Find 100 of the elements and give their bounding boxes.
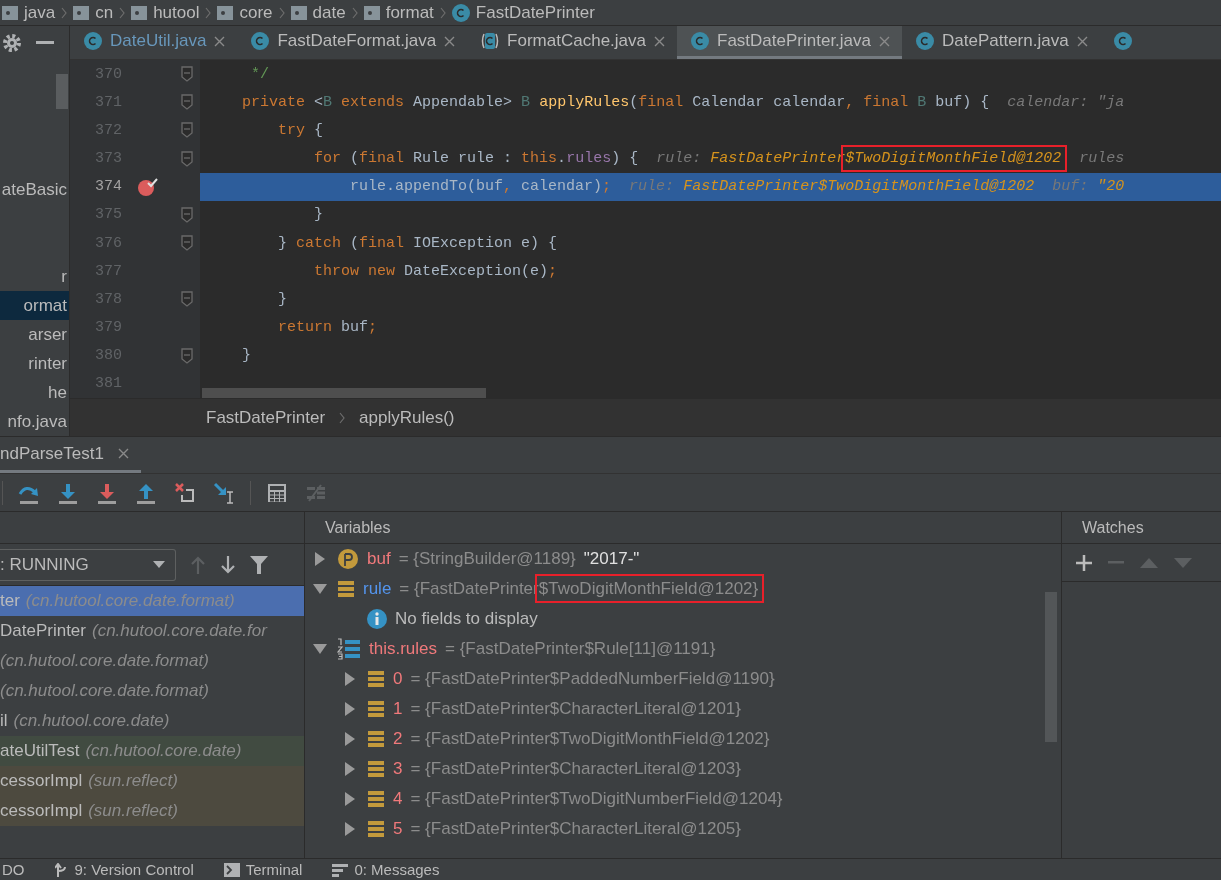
editor-tab[interactable]: DateUtil.java — [70, 26, 238, 59]
class-icon — [916, 32, 934, 50]
variable-value: = {FastDatePrinter$TwoDigitMonthField@1202} — [410, 729, 770, 749]
horizontal-scrollbar[interactable] — [202, 388, 486, 398]
move-up-icon[interactable] — [1140, 557, 1158, 568]
close-icon[interactable] — [654, 35, 665, 47]
field-icon — [367, 670, 385, 688]
collapse-triangle-icon[interactable] — [313, 644, 327, 654]
path-segment[interactable]: date — [312, 2, 346, 23]
package-icon — [217, 5, 234, 20]
variable-name: 4 — [393, 789, 403, 809]
inline-debug-value: calendar: "ja — [1007, 93, 1125, 111]
editor-tab[interactable]: FastDatePrinter.java — [677, 26, 902, 59]
variable-name: 2 — [393, 729, 403, 749]
filter-icon[interactable] — [250, 555, 268, 574]
close-icon[interactable] — [879, 35, 890, 47]
editor-tab[interactable]: DatePattern.java — [902, 26, 1100, 59]
expand-triangle-icon[interactable] — [345, 762, 355, 776]
expand-triangle-icon[interactable] — [345, 672, 355, 686]
stack-frame[interactable]: il (cn.hutool.core.date) — [0, 706, 304, 736]
stack-frame[interactable]: DatePrinter (cn.hutool.core.date.for — [0, 616, 304, 646]
fold-marker-icon[interactable] — [181, 235, 193, 252]
fold-marker-icon[interactable] — [181, 66, 193, 83]
expand-triangle-icon[interactable] — [345, 792, 355, 806]
stack-frame[interactable]: (cn.hutool.core.date.format) — [0, 646, 304, 676]
stack-frame[interactable]: cessorImpl (sun.reflect) — [0, 766, 304, 796]
path-segment[interactable]: FastDatePrinter — [475, 2, 595, 23]
tool-window-button[interactable]: Terminal — [223, 861, 303, 878]
breadcrumb-item[interactable]: applyRules() — [359, 407, 455, 428]
project-tree-item[interactable]: nfo.java — [0, 407, 69, 436]
code-line: try { — [277, 121, 324, 139]
path-segment[interactable]: core — [239, 2, 273, 23]
expand-triangle-icon[interactable] — [345, 822, 355, 836]
down-arrow-icon[interactable] — [220, 555, 236, 574]
remove-icon[interactable] — [1108, 560, 1124, 565]
fold-marker-icon[interactable] — [181, 150, 193, 167]
expand-triangle-icon[interactable] — [315, 552, 325, 566]
variable-value: = {FastDatePrinter$CharacterLiteral@1201} — [410, 699, 741, 719]
tool-window-button[interactable]: 0: Messages — [332, 861, 440, 878]
path-segment[interactable]: java — [24, 2, 56, 23]
package-icon — [290, 5, 307, 20]
variable-value: = {FastDatePrinter$PaddedNumberField@1190} — [410, 669, 775, 689]
close-icon[interactable] — [214, 35, 226, 47]
variable-name: 3 — [393, 759, 403, 779]
inline-debug-value: rule: FastDatePrinter$TwoDigitMonthField@1202 — [629, 178, 1035, 196]
variable-value: = {FastDatePrinter$CharacterLiteral@1203} — [410, 759, 741, 779]
chevron-icon — [339, 411, 346, 424]
path-segment[interactable]: cn — [95, 2, 114, 23]
scrollbar-thumb[interactable] — [56, 73, 68, 109]
settings-icon[interactable] — [2, 32, 22, 53]
class-icon — [691, 32, 709, 50]
minimize-icon[interactable] — [36, 40, 54, 45]
fold-marker-icon[interactable] — [181, 94, 193, 111]
close-icon[interactable] — [117, 448, 129, 459]
project-tree-item[interactable]: he — [0, 378, 69, 407]
move-down-icon[interactable] — [1174, 557, 1192, 568]
panel-title: Watches — [1062, 512, 1221, 544]
project-tree-item[interactable]: r — [0, 262, 69, 291]
code-line: } catch (final IOException e) { — [277, 234, 558, 252]
code-line: } — [241, 347, 251, 365]
project-tree-item[interactable]: arser — [0, 320, 69, 349]
stack-frame[interactable]: cessorImpl (sun.reflect) — [0, 796, 304, 826]
project-tree-item[interactable]: ateBasic — [0, 175, 69, 204]
field-icon — [337, 580, 355, 598]
stack-frame[interactable]: (cn.hutool.core.date.format) — [0, 676, 304, 706]
project-tree-item[interactable]: rinter — [0, 349, 69, 378]
class-icon — [1113, 32, 1132, 50]
editor-tab[interactable]: FastDateFormat.java — [237, 26, 468, 59]
array-icon — [337, 638, 361, 660]
stack-frame[interactable]: ateUtilTest (cn.hutool.core.date) — [0, 736, 304, 766]
variable-name: rule — [363, 579, 392, 599]
path-segment[interactable]: hutool — [153, 2, 200, 23]
code-line: } — [313, 206, 324, 224]
debug-session-tab[interactable]: ndParseTest1 — [0, 437, 141, 473]
up-arrow-icon[interactable] — [190, 555, 206, 574]
tool-window-button[interactable]: 9: Version Control — [54, 861, 194, 878]
fold-marker-icon[interactable] — [181, 347, 193, 364]
breakpoint-icon[interactable] — [138, 177, 158, 196]
collapse-triangle-icon[interactable] — [313, 584, 327, 594]
panel-title: Variables — [305, 512, 1061, 544]
string-value: "2017-" — [583, 549, 640, 569]
breadcrumb-item[interactable]: FastDatePrinter — [206, 407, 326, 428]
class-icon — [251, 32, 270, 50]
fold-marker-icon[interactable] — [181, 122, 193, 139]
thread-dropdown[interactable]: : RUNNING — [0, 548, 176, 581]
editor-tab[interactable]: FormatCache.java — [467, 26, 677, 59]
close-icon[interactable] — [1076, 35, 1088, 47]
fold-marker-icon[interactable] — [181, 291, 193, 308]
path-segment[interactable]: format — [385, 2, 434, 23]
class-icon — [481, 32, 500, 50]
add-icon[interactable] — [1076, 554, 1092, 571]
close-icon[interactable] — [444, 35, 456, 47]
fold-marker-icon[interactable] — [181, 206, 193, 223]
tool-window-button[interactable]: DO — [2, 861, 25, 878]
field-icon — [367, 700, 385, 718]
expand-triangle-icon[interactable] — [345, 732, 355, 746]
line-number: 374 — [94, 178, 122, 196]
code-line: rule.appendTo(buf, calendar); — [349, 178, 612, 196]
expand-triangle-icon[interactable] — [345, 702, 355, 716]
project-tree-item[interactable]: ormat — [0, 291, 69, 320]
